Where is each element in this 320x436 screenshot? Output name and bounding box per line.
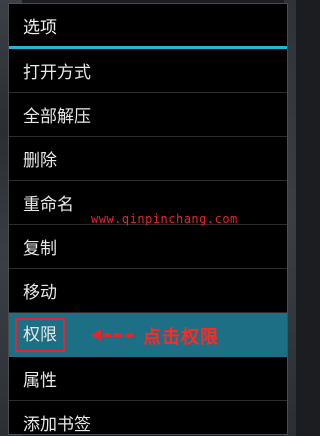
menu-item-label: 权限 bbox=[15, 317, 65, 352]
menu-item-label: 打开方式 bbox=[23, 63, 91, 83]
menu-item-label: 重命名 bbox=[23, 195, 74, 215]
menu-item-open-with[interactable]: 打开方式 bbox=[9, 49, 287, 93]
menu-item-label: 删除 bbox=[23, 151, 57, 171]
options-dialog: 选项 打开方式 全部解压 删除 重命名 复制 移动 权限 点击权限 属性 添加书… bbox=[8, 3, 288, 435]
menu-item-label: 复制 bbox=[23, 239, 57, 259]
menu-item-move[interactable]: 移动 bbox=[9, 269, 287, 313]
menu-item-extract-all[interactable]: 全部解压 bbox=[9, 93, 287, 137]
menu-item-add-bookmark[interactable]: 添加书签 bbox=[9, 401, 287, 435]
menu-item-label: 添加书签 bbox=[23, 415, 91, 435]
menu-item-label: 属性 bbox=[23, 371, 57, 391]
arrow-left-icon bbox=[91, 329, 133, 341]
watermark: www.qinpinchang.com bbox=[91, 212, 238, 226]
menu-item-copy[interactable]: 复制 bbox=[9, 225, 287, 269]
menu-item-label: 全部解压 bbox=[23, 107, 91, 127]
menu-item-permissions[interactable]: 权限 点击权限 bbox=[9, 313, 287, 357]
menu-item-delete[interactable]: 删除 bbox=[9, 137, 287, 181]
menu-item-properties[interactable]: 属性 bbox=[9, 357, 287, 401]
dialog-title: 选项 bbox=[9, 4, 287, 49]
menu-item-label: 移动 bbox=[23, 283, 57, 303]
annotation-click-permissions: 点击权限 bbox=[143, 327, 219, 348]
